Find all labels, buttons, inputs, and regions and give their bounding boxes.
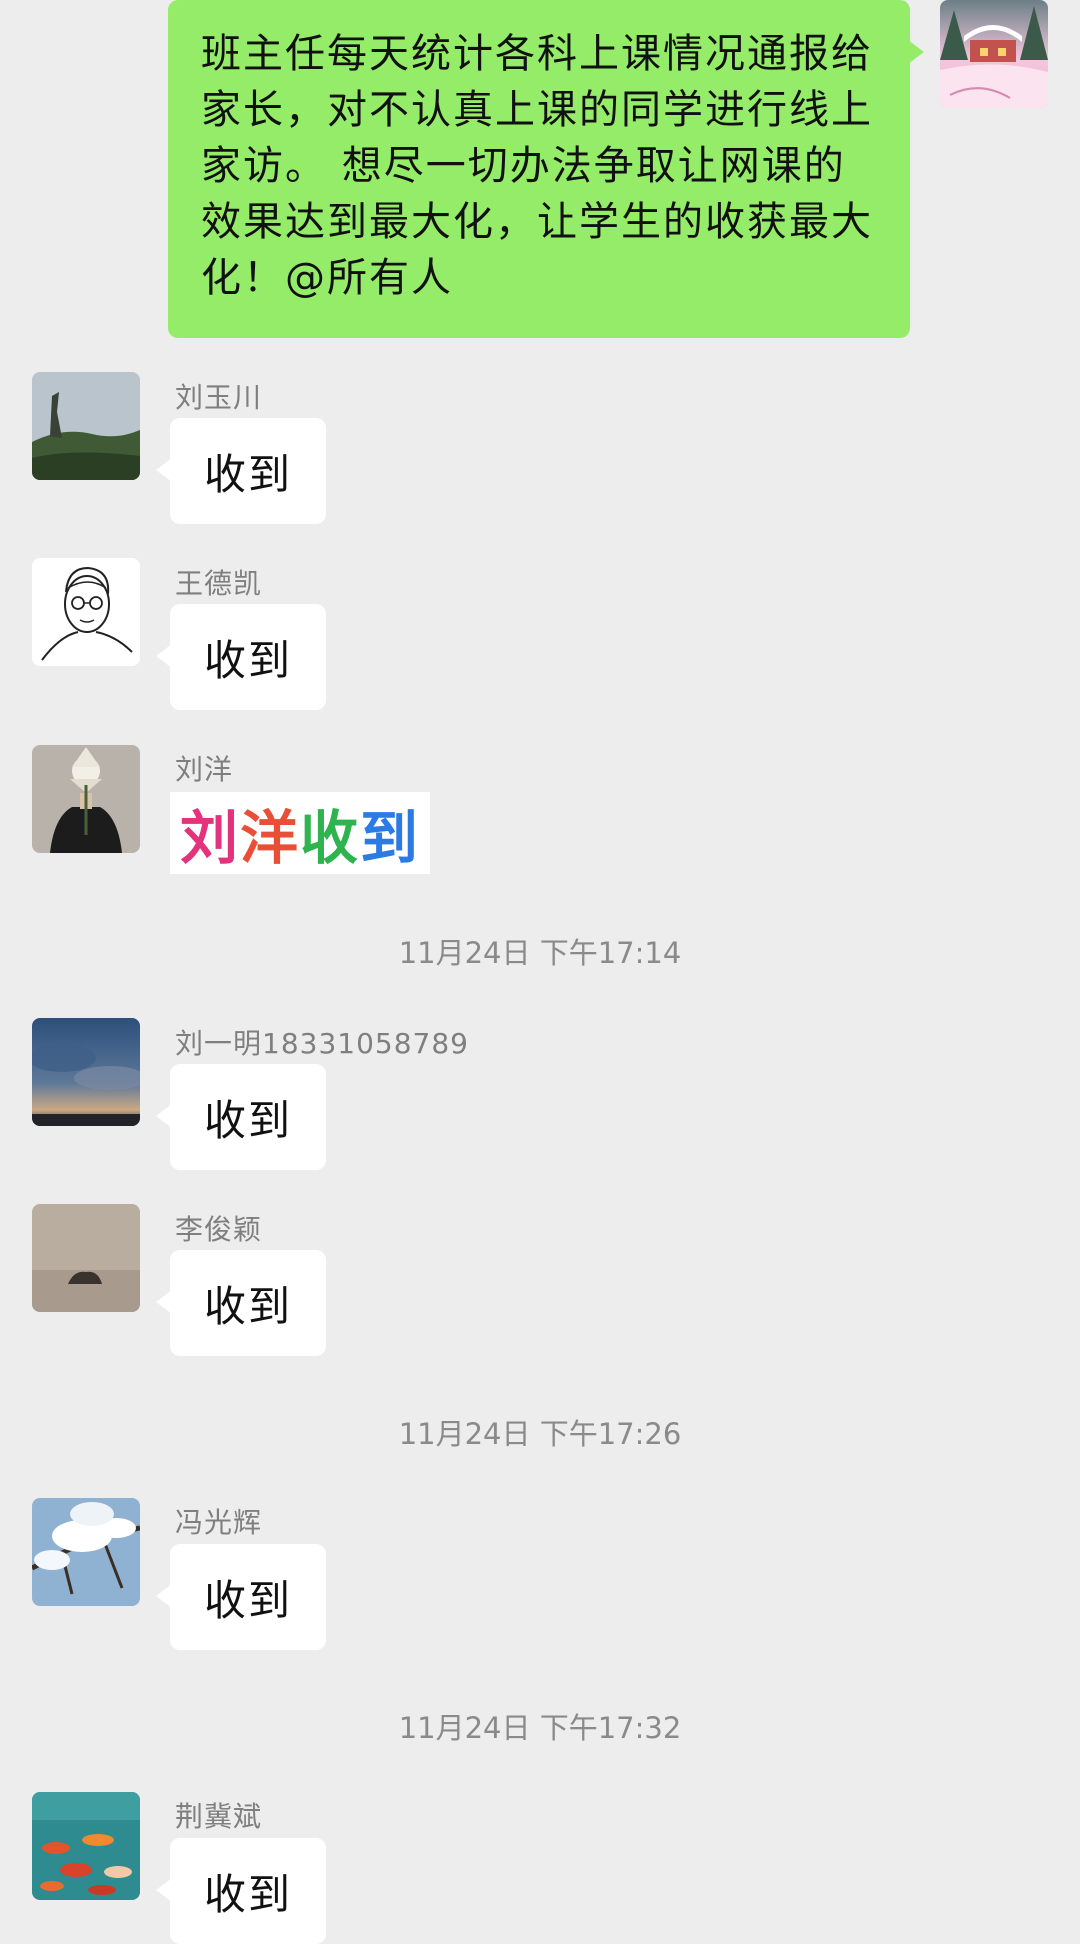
- timestamp: 11月24日 下午17:14: [398, 936, 682, 970]
- avatar-刘洋[interactable]: [32, 745, 140, 853]
- sticker-message[interactable]: 刘洋收到: [170, 792, 430, 874]
- sketch-face-avatar-image: [32, 558, 140, 666]
- sticker-char: 到: [360, 804, 421, 872]
- sender-name: 李俊颖: [175, 1213, 263, 1246]
- timestamp: 11月24日 下午17:32: [398, 1711, 682, 1745]
- sender-name: 刘玉川: [175, 381, 263, 414]
- message-bubble[interactable]: 收到: [156, 1838, 326, 1944]
- snow-cabin-avatar-image: [940, 0, 1048, 108]
- sticker-char: 收: [300, 804, 361, 872]
- sticker-char: 洋: [239, 804, 300, 872]
- sender-name: 荆冀斌: [175, 1800, 263, 1833]
- message-bubble[interactable]: 收到: [156, 1544, 326, 1650]
- sticker-char: 刘: [179, 804, 240, 872]
- message-bubble[interactable]: 收到: [156, 604, 326, 710]
- sender-name: 冯光辉: [175, 1506, 263, 1539]
- avatar-刘玉川[interactable]: [32, 372, 140, 480]
- my-avatar[interactable]: [940, 0, 1048, 108]
- koi-fish-avatar-image: [32, 1792, 140, 1900]
- sender-name: 王德凯: [175, 567, 263, 600]
- chat-message-list[interactable]: 班主任每天统计各科上课情况通报给家长，对不认真上课的同学进行线上家访。 想尽一切…: [0, 0, 1080, 1944]
- mountain-avatar-image: [32, 372, 140, 480]
- timestamp: 11月24日 下午17:26: [398, 1417, 682, 1451]
- cloudy-sky-avatar-image: [32, 1018, 140, 1126]
- avatar-荆冀斌[interactable]: [32, 1792, 140, 1900]
- avatar-王德凯[interactable]: [32, 558, 140, 666]
- avatar-刘一明[interactable]: [32, 1018, 140, 1126]
- flower-portrait-avatar-image: [32, 745, 140, 853]
- message-bubble[interactable]: 收到: [156, 418, 326, 524]
- snowy-branch-avatar-image: [32, 1498, 140, 1606]
- rock-in-sea-avatar-image: [32, 1204, 140, 1312]
- message-bubble[interactable]: 收到: [156, 1064, 326, 1170]
- sender-name: 刘洋: [175, 753, 234, 786]
- avatar-李俊颖[interactable]: [32, 1204, 140, 1312]
- sender-name: 刘一明18331058789: [175, 1027, 469, 1060]
- my-message-bubble[interactable]: 班主任每天统计各科上课情况通报给家长，对不认真上课的同学进行线上家访。 想尽一切…: [168, 0, 924, 338]
- avatar-冯光辉[interactable]: [32, 1498, 140, 1606]
- message-bubble[interactable]: 收到: [156, 1250, 326, 1356]
